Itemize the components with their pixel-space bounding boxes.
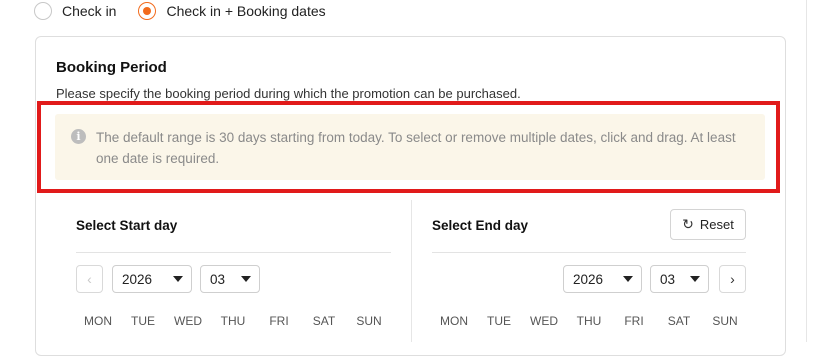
end-month-select[interactable]: 03 [650,265,709,293]
prev-month-button[interactable]: ‹ [76,265,103,293]
highlight-box [37,101,780,193]
end-year-select[interactable]: 2026 [563,265,642,293]
weekday-label: TUE [131,314,155,328]
radio-check-in-booking-dates[interactable]: Check in + Booking dates [138,2,326,20]
end-panel-divider [432,252,746,253]
weekday-label: SAT [667,314,691,328]
radio-button-checked[interactable] [138,2,157,20]
radio-label-check-in: Check in [62,3,117,19]
weekday-label: FRI [269,314,289,328]
page-divider [806,0,807,342]
next-month-button[interactable]: › [719,265,746,293]
weekday-label: THU [576,314,602,328]
weekday-label: MON [84,314,112,328]
start-panel-divider [76,252,391,253]
start-day-title: Select Start day [76,218,178,233]
start-year-select[interactable]: 2026 [112,265,192,293]
reset-button[interactable]: ↻ Reset [670,209,746,240]
chevron-down-icon [241,276,251,282]
weekday-label: SAT [312,314,336,328]
start-month-select[interactable]: 03 [200,265,260,293]
end-day-title: Select End day [432,218,529,233]
radio-button-unchecked[interactable] [34,2,52,20]
chevron-right-icon: › [730,271,735,287]
booking-mode-radio-group: Check in Check in + Booking dates [34,0,348,22]
radio-check-in[interactable]: Check in [34,2,116,20]
weekday-label: THU [220,314,246,328]
booking-period-description: Please specify the booking period during… [56,86,521,101]
reset-label: Reset [699,217,734,232]
start-year-value: 2026 [122,271,153,287]
weekday-label: WED [174,314,202,328]
booking-period-title: Booking Period [56,59,167,76]
weekday-label: SUN [712,314,738,328]
weekday-label: SUN [356,314,382,328]
end-month-value: 03 [660,271,676,287]
chevron-left-icon: ‹ [87,271,92,287]
chevron-down-icon [623,276,633,282]
weekday-label: MON [440,314,468,328]
chevron-down-icon [690,276,700,282]
end-year-value: 2026 [573,271,604,287]
weekday-label: FRI [624,314,644,328]
weekday-label: WED [530,314,558,328]
weekday-label: TUE [487,314,511,328]
start-month-value: 03 [210,271,226,287]
refresh-icon: ↻ [682,216,694,232]
radio-label-check-in-booking-dates: Check in + Booking dates [166,3,326,19]
chevron-down-icon [173,276,183,282]
